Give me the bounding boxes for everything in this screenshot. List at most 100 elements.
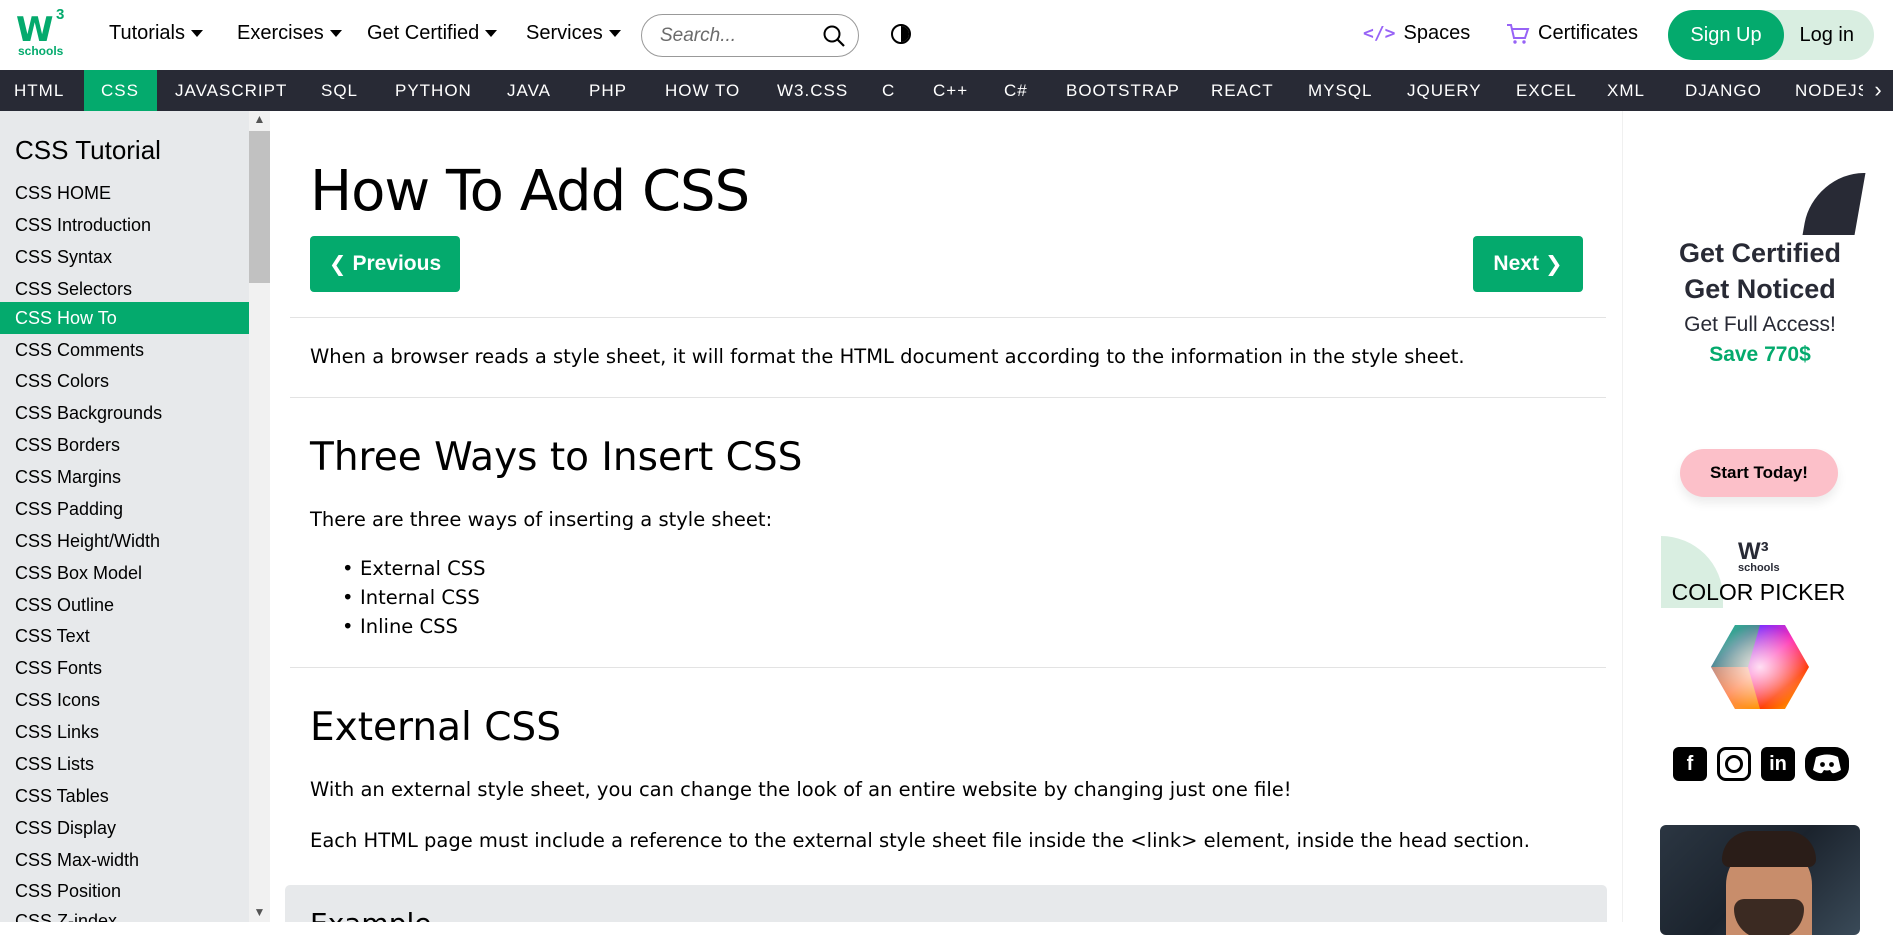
- discord-icon[interactable]: [1805, 747, 1849, 781]
- scroll-up-icon[interactable]: ▲: [249, 112, 270, 128]
- sidebar-scrollbar-thumb[interactable]: [249, 131, 270, 283]
- sidebar-item[interactable]: CSS Tables: [0, 780, 249, 812]
- w3schools-logo[interactable]: W 3 schools: [14, 6, 74, 60]
- subnav-item-javascript[interactable]: JAVASCRIPT: [175, 70, 287, 111]
- signup-button[interactable]: Sign Up: [1668, 10, 1784, 60]
- subnav-item-java[interactable]: JAVA: [507, 70, 551, 111]
- sidebar-item[interactable]: CSS Text: [0, 620, 249, 652]
- subnav-item-csharp[interactable]: C#: [1004, 70, 1028, 111]
- cart-icon: [1507, 23, 1530, 44]
- nav-exercises[interactable]: Exercises: [237, 22, 342, 45]
- chevron-right-icon[interactable]: ›: [1863, 70, 1893, 111]
- sidebar-item[interactable]: CSS Selectors: [0, 273, 249, 305]
- ad-logo-sub: schools: [1738, 562, 1780, 574]
- previous-label: Previous: [352, 252, 442, 275]
- sidebar-item[interactable]: CSS Box Model: [0, 557, 249, 589]
- color-picker-icon[interactable]: [1710, 623, 1810, 711]
- subnav-item-nodejs[interactable]: NODEJS: [1795, 70, 1870, 111]
- divider: [290, 397, 1606, 398]
- subnav-item-html[interactable]: HTML: [0, 70, 79, 111]
- spaces-link[interactable]: </> Spaces: [1363, 22, 1470, 45]
- subnav-item-python[interactable]: PYTHON: [395, 70, 472, 111]
- subnav-item-jquery[interactable]: JQUERY: [1407, 70, 1482, 111]
- subnav-item-sql[interactable]: SQL: [321, 70, 358, 111]
- list-item: External CSS: [310, 557, 485, 586]
- subnav-item-w3css[interactable]: W3.CSS: [777, 70, 848, 111]
- sidebar-item[interactable]: CSS Position: [0, 875, 249, 907]
- sidebar-item[interactable]: CSS Colors: [0, 365, 249, 397]
- external-text-2: Each HTML page must include a reference …: [310, 829, 1530, 852]
- ad-line-4: Save 770$: [1709, 343, 1811, 366]
- sidebar-item[interactable]: CSS Introduction: [0, 209, 249, 241]
- facebook-icon[interactable]: f: [1673, 747, 1707, 781]
- subject-nav: HTML CSS JAVASCRIPT SQL PYTHON JAVA PHP …: [0, 70, 1893, 111]
- search-input[interactable]: [660, 24, 810, 47]
- ways-list: External CSS Internal CSS Inline CSS: [310, 557, 485, 644]
- sidebar-item[interactable]: CSS Backgrounds: [0, 397, 249, 429]
- next-label: Next: [1493, 252, 1539, 275]
- ad-line-1: Get Certified: [1678, 238, 1842, 268]
- start-today-button[interactable]: Start Today!: [1680, 449, 1838, 497]
- promo-image[interactable]: [1660, 825, 1860, 935]
- nav-tutorials[interactable]: Tutorials: [109, 22, 203, 45]
- color-picker-title: COLOR PICKER: [1671, 579, 1846, 605]
- scroll-down-icon[interactable]: ▼: [249, 905, 270, 921]
- ad-corner-shape: [1802, 173, 1866, 235]
- intro-text: When a browser reads a style sheet, it w…: [310, 345, 1465, 368]
- chevron-left-icon: ❮: [328, 252, 347, 276]
- three-ways-text: There are three ways of inserting a styl…: [310, 508, 773, 531]
- search-icon[interactable]: [822, 24, 846, 48]
- next-button[interactable]: Next ❯: [1473, 236, 1583, 292]
- sidebar-item[interactable]: CSS Fonts: [0, 652, 249, 684]
- ad-logo-mark: W³: [1738, 538, 1769, 565]
- subnav-item-xml[interactable]: XML: [1607, 70, 1645, 111]
- certificates-link[interactable]: Certificates: [1506, 22, 1638, 45]
- list-item: Inline CSS: [310, 615, 485, 644]
- sidebar-item[interactable]: CSS Outline: [0, 589, 249, 621]
- subnav-item-django[interactable]: DJANGO: [1685, 70, 1762, 111]
- caret-down-icon: [485, 30, 498, 37]
- sidebar-item[interactable]: CSS Display: [0, 812, 249, 844]
- subnav-item-react[interactable]: REACT: [1211, 70, 1274, 111]
- subnav-item-php[interactable]: PHP: [589, 70, 627, 111]
- signup-label: Sign Up: [1690, 23, 1762, 46]
- sidebar-item[interactable]: CSS Lists: [0, 748, 249, 780]
- nav-get-certified[interactable]: Get Certified: [367, 22, 498, 45]
- sidebar-item[interactable]: CSS Margins: [0, 461, 249, 493]
- heading-three-ways: Three Ways to Insert CSS: [310, 435, 803, 480]
- instagram-icon[interactable]: [1717, 747, 1751, 781]
- logo-sup: 3: [56, 6, 65, 23]
- subnav-item-css[interactable]: CSS: [84, 70, 157, 111]
- sidebar-item[interactable]: CSS Padding: [0, 493, 249, 525]
- chevron-right-icon: ❯: [1544, 252, 1563, 276]
- divider: [290, 317, 1606, 318]
- search-box: [641, 14, 859, 57]
- subnav-item-mysql[interactable]: MYSQL: [1308, 70, 1373, 111]
- subnav-item-cpp[interactable]: C++: [933, 70, 968, 111]
- sidebar-item[interactable]: CSS Links: [0, 716, 249, 748]
- nav-tutorials-label: Tutorials: [109, 22, 185, 44]
- linkedin-icon[interactable]: in: [1761, 747, 1795, 781]
- certification-ad[interactable]: Get Certified Get Noticed Get Full Acces…: [1660, 173, 1866, 608]
- sidebar-item[interactable]: CSS Syntax: [0, 241, 249, 273]
- subnav-item-bootstrap[interactable]: BOOTSTRAP: [1066, 70, 1180, 111]
- certificates-label: Certificates: [1538, 22, 1639, 44]
- subnav-item-c[interactable]: C: [882, 70, 895, 111]
- subnav-item-how-to[interactable]: HOW TO: [665, 70, 740, 111]
- subnav-item-excel[interactable]: EXCEL: [1516, 70, 1577, 111]
- sidebar-item[interactable]: CSS Height/Width: [0, 525, 249, 557]
- sidebar: CSS Tutorial CSS HOME CSS Introduction C…: [0, 111, 249, 922]
- nav-services[interactable]: Services: [526, 22, 621, 45]
- sidebar-item[interactable]: CSS Comments: [0, 334, 249, 366]
- sidebar-item[interactable]: CSS Borders: [0, 429, 249, 461]
- previous-button[interactable]: ❮ Previous: [310, 236, 460, 292]
- sidebar-item[interactable]: CSS Icons: [0, 684, 249, 716]
- sidebar-item[interactable]: CSS HOME: [0, 177, 249, 209]
- sidebar-item[interactable]: CSS Max-width: [0, 844, 249, 876]
- sidebar-item-active[interactable]: CSS How To: [0, 302, 249, 334]
- spaces-label: Spaces: [1403, 22, 1471, 44]
- sidebar-item[interactable]: CSS Z-index: [0, 905, 249, 922]
- divider: [290, 667, 1606, 668]
- dark-mode-toggle-icon[interactable]: [891, 24, 911, 44]
- ad-logo: W³ schools: [1738, 538, 1780, 574]
